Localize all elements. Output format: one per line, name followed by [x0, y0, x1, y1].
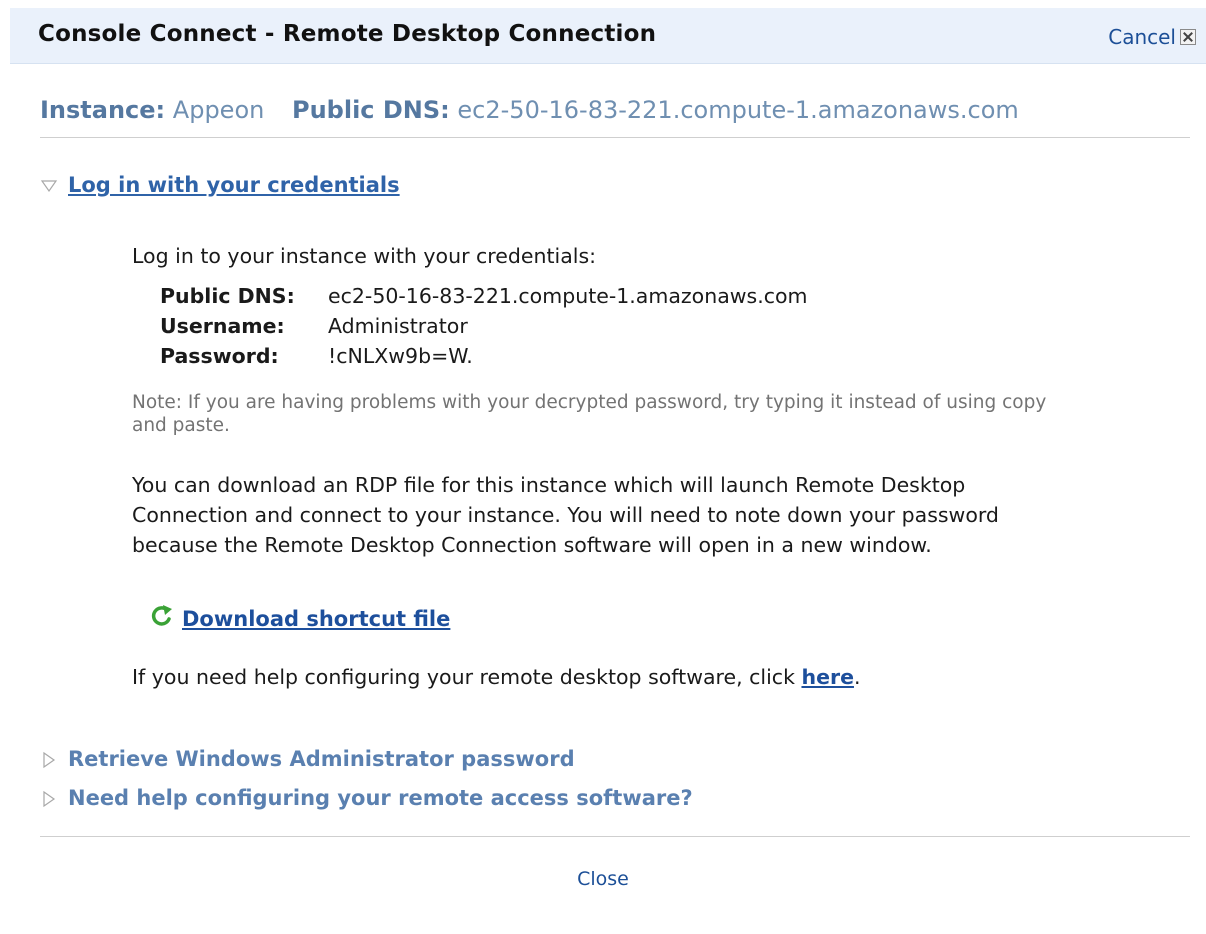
credential-value: Administrator: [328, 314, 468, 338]
login-intro: Log in to your instance with your creden…: [132, 244, 597, 268]
public-dns-label: Public DNS:: [291, 96, 450, 124]
download-shortcut-link[interactable]: Download shortcut file: [150, 604, 450, 634]
dialog-header: Console Connect - Remote Desktop Connect…: [10, 8, 1206, 64]
credential-label: Password:: [160, 344, 279, 368]
section-remote-access-help[interactable]: Need help configuring your remote access…: [40, 786, 693, 810]
help-line: If you need help configuring your remote…: [132, 665, 861, 689]
instance-label: Instance:: [40, 96, 166, 124]
credential-row-dns: Public DNS: ec2-50-16-83-221.compute-1.am…: [160, 284, 808, 314]
triangle-down-icon: [40, 176, 58, 194]
credential-value: ec2-50-16-83-221.compute-1.amazonaws.com: [328, 284, 808, 308]
download-shortcut-label[interactable]: Download shortcut file: [182, 607, 450, 631]
triangle-right-icon: [40, 750, 58, 769]
section-login-title[interactable]: Log in with your credentials: [68, 173, 400, 197]
cancel-button[interactable]: Cancel: [1108, 25, 1196, 49]
credential-row-password: Password: !cNLXw9b=W.: [160, 344, 808, 374]
password-note: Note: If you are having problems with yo…: [132, 392, 1047, 436]
credential-label: Public DNS:: [160, 284, 295, 308]
credential-row-username: Username: Administrator: [160, 314, 808, 344]
dialog-title: Console Connect - Remote Desktop Connect…: [38, 21, 657, 47]
help-here-link[interactable]: here: [801, 665, 854, 689]
cancel-label: Cancel: [1108, 25, 1176, 49]
triangle-right-icon: [40, 789, 58, 808]
instance-name: Appeon: [172, 96, 265, 124]
section-retrieve-password-title[interactable]: Retrieve Windows Administrator password: [68, 747, 575, 771]
section-retrieve-password[interactable]: Retrieve Windows Administrator password: [40, 747, 575, 771]
section-remote-access-help-title[interactable]: Need help configuring your remote access…: [68, 786, 693, 810]
rdp-description: You can download an RDP file for this in…: [132, 473, 999, 557]
instance-info: Instance: Appeon Public DNS: ec2-50-16-8…: [40, 96, 1019, 124]
divider-top: [40, 137, 1190, 138]
help-text: If you need help configuring your remote…: [132, 665, 802, 689]
credential-label: Username:: [160, 314, 285, 338]
divider-bottom: [40, 836, 1190, 837]
public-dns-value: ec2-50-16-83-221.compute-1.amazonaws.com: [457, 96, 1019, 124]
credential-value: !cNLXw9b=W.: [328, 344, 473, 368]
help-suffix: .: [853, 665, 861, 689]
close-icon[interactable]: [1180, 29, 1196, 45]
section-login-credentials[interactable]: Log in with your credentials: [40, 173, 400, 197]
refresh-arrow-icon: [150, 604, 174, 634]
close-button[interactable]: Close: [0, 868, 1206, 890]
credentials-table: Public DNS: ec2-50-16-83-221.compute-1.am…: [160, 284, 808, 374]
